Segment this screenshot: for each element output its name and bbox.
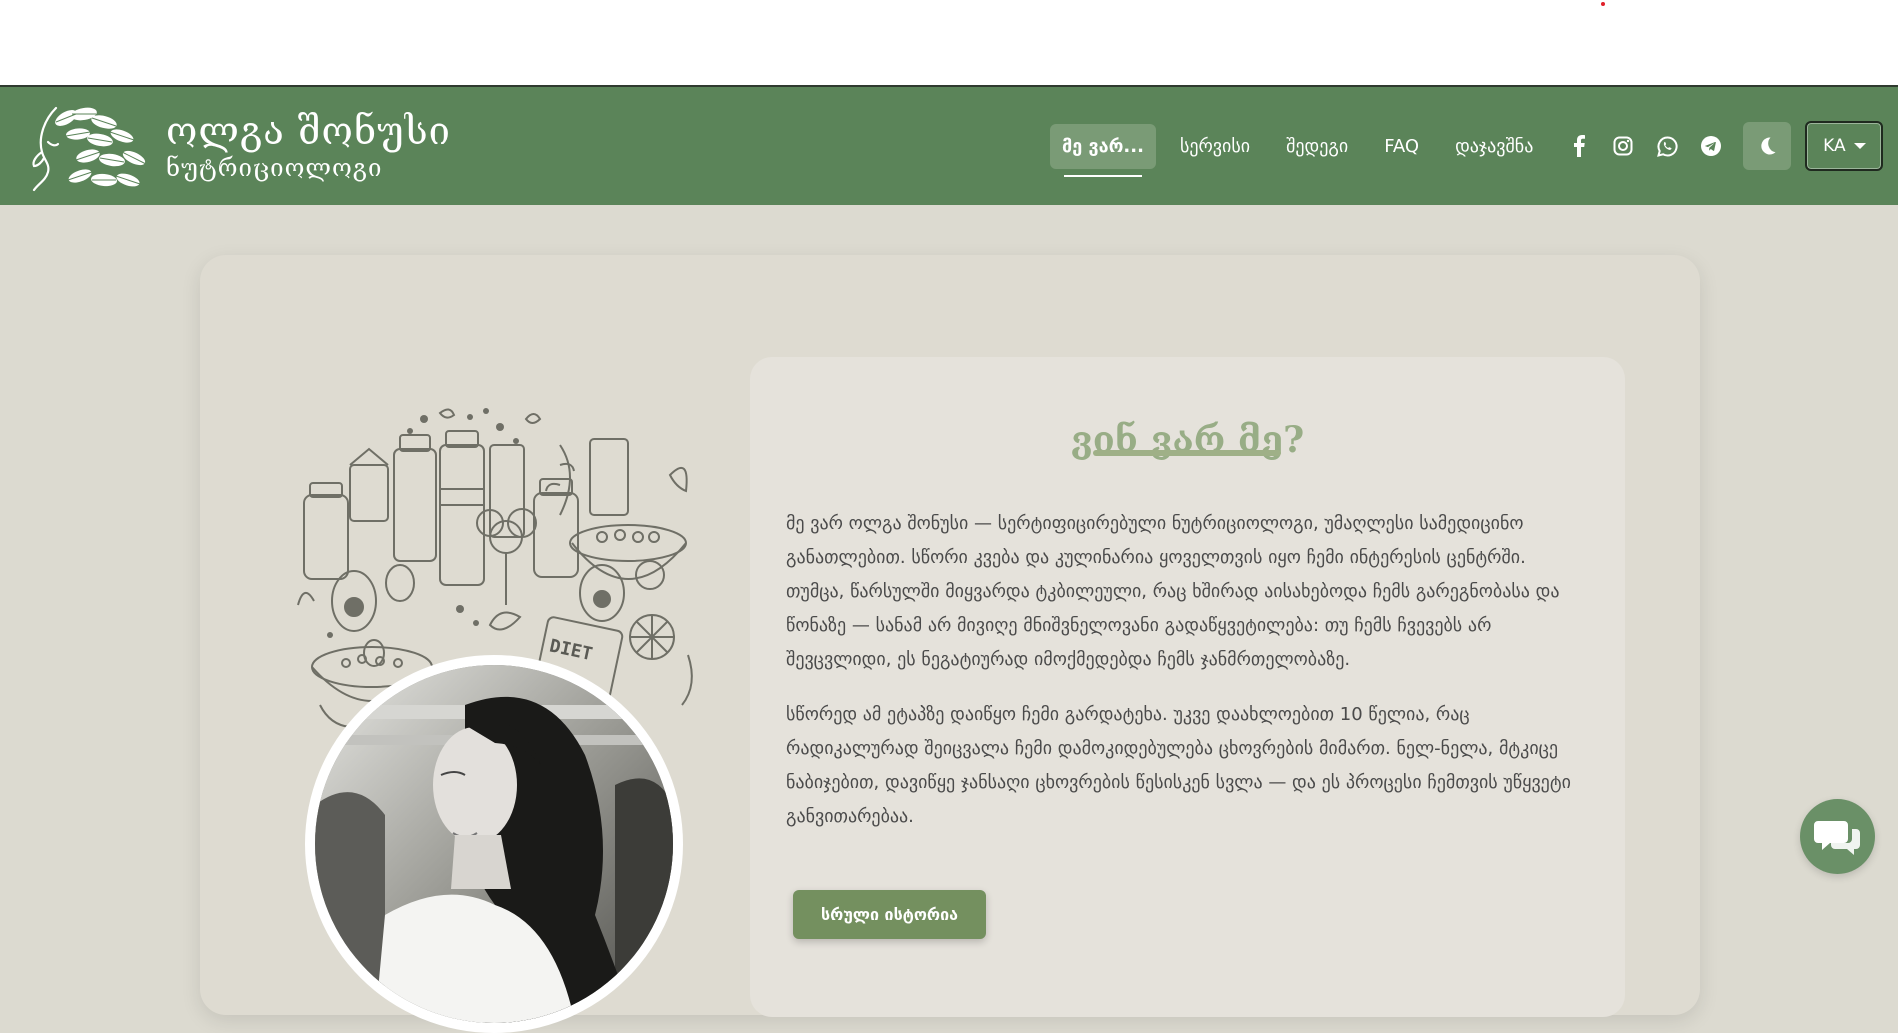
brand-name: ოლგა შონუსი bbox=[166, 109, 451, 153]
whatsapp-icon[interactable] bbox=[1645, 135, 1689, 157]
nav-item-faq[interactable]: FAQ bbox=[1372, 124, 1431, 169]
social-links bbox=[1557, 135, 1733, 157]
full-story-button[interactable]: სრული ისტორია bbox=[793, 890, 986, 939]
chat-button[interactable] bbox=[1800, 799, 1875, 874]
moon-icon bbox=[1761, 137, 1776, 155]
language-dropdown[interactable]: KA bbox=[1805, 121, 1884, 171]
red-dot-marker bbox=[1601, 2, 1605, 6]
about-content-panel: ვინ ვარ მე? მე ვარ ოლგა შონუსი — სერტიფი… bbox=[750, 357, 1625, 1017]
theme-toggle-button[interactable] bbox=[1743, 122, 1792, 170]
title-underline bbox=[1093, 450, 1281, 456]
nav-item-results[interactable]: შედეგი bbox=[1274, 124, 1360, 169]
profile-photo bbox=[305, 655, 683, 1033]
caret-down-icon bbox=[1853, 143, 1866, 149]
about-paragraph-2: სწორედ ამ ეტაპზე დაიწყო ჩემი გარდატეხა. … bbox=[786, 704, 1571, 827]
top-white-bar bbox=[0, 0, 1898, 87]
diet-label: DIET bbox=[548, 636, 595, 666]
brand-subtitle: ნუტრიციოლოგი bbox=[166, 154, 383, 182]
leaf-face-icon bbox=[32, 106, 147, 192]
chat-bubbles-icon bbox=[1813, 820, 1860, 855]
brand-logo[interactable]: ოლგა შონუსი ნუტრიციოლოგი bbox=[26, 99, 451, 193]
main-navbar: ოლგა შონუსი ნუტრიციოლოგი მე ვარ... სერვი… bbox=[0, 87, 1898, 205]
instagram-icon[interactable] bbox=[1601, 136, 1645, 156]
nav-item-services[interactable]: სერვისი bbox=[1168, 124, 1262, 169]
facebook-icon[interactable] bbox=[1557, 135, 1601, 157]
nav-item-booking[interactable]: დაჯავშნა bbox=[1443, 124, 1545, 169]
language-label: KA bbox=[1823, 136, 1846, 156]
main-menu: მე ვარ... სერვისი შედეგი FAQ დაჯავშნა KA bbox=[1050, 87, 1884, 205]
about-paragraph-1: მე ვარ ოლგა შონუსი — სერტიფიცირებული ნუტ… bbox=[786, 513, 1560, 670]
telegram-icon[interactable] bbox=[1689, 135, 1733, 157]
nav-item-about[interactable]: მე ვარ... bbox=[1050, 123, 1156, 177]
